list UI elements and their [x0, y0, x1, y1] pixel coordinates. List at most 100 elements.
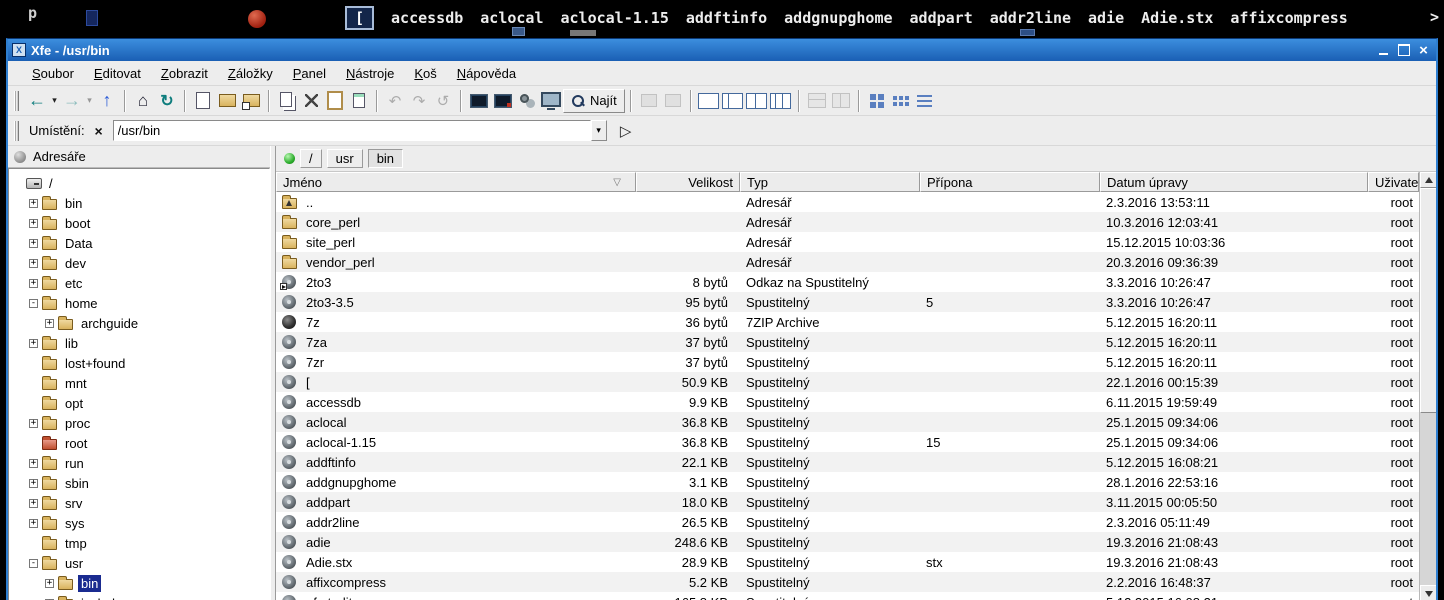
expand-icon[interactable]: +	[29, 278, 38, 288]
scroll-down-button[interactable]	[1420, 585, 1436, 600]
maximize-button[interactable]	[1395, 43, 1412, 58]
taskbar-item[interactable]: addpart	[910, 9, 973, 27]
menu-panel[interactable]: Panel	[283, 64, 336, 83]
menu-zalozky[interactable]: Záložky	[218, 64, 283, 83]
vertical-scrollbar[interactable]	[1419, 172, 1436, 600]
column-header-2[interactable]: Typ	[740, 172, 920, 192]
file-row[interactable]: Adie.stx 28.9 KB Spustitelný stx 19.3.2016 2…	[276, 552, 1419, 572]
taskbar-item[interactable]: accessdb	[391, 9, 463, 27]
tree-item-tmp[interactable]: tmp	[9, 533, 269, 553]
tree-item-lostfound[interactable]: lost+found	[9, 353, 269, 373]
file-row[interactable]: addftinfo 22.1 KB Spustitelný 5.12.2015 16:…	[276, 452, 1419, 472]
column-header-3[interactable]: Přípona	[920, 172, 1100, 192]
taskbar-item[interactable]: aclocal	[480, 9, 543, 27]
file-row[interactable]: core_perl Adresář 10.3.2016 12:03:41 root	[276, 212, 1419, 232]
tree-item-home[interactable]: - home	[9, 293, 269, 313]
new-symlink-button[interactable]	[239, 89, 263, 113]
taskbar-item[interactable]: addgnupghome	[784, 9, 892, 27]
expand-icon[interactable]: +	[29, 198, 38, 208]
tree-item-srv[interactable]: + srv	[9, 493, 269, 513]
tree-item-etc[interactable]: + etc	[9, 273, 269, 293]
settings-gears-button[interactable]	[515, 89, 539, 113]
file-row[interactable]: site_perl Adresář 15.12.2015 10:03:36 root	[276, 232, 1419, 252]
scroll-thumb[interactable]	[1420, 188, 1436, 413]
file-row[interactable]: aclocal 36.8 KB Spustitelný 25.1.2015 09:34…	[276, 412, 1419, 432]
detailed-list-button[interactable]	[913, 89, 937, 113]
close-button[interactable]	[1415, 43, 1432, 58]
expand-icon[interactable]: +	[45, 578, 54, 588]
display-button[interactable]	[539, 89, 563, 113]
tree-item-root[interactable]: root	[9, 433, 269, 453]
breadcrumb-item[interactable]: bin	[367, 149, 404, 168]
file-row[interactable]: accessdb 9.9 KB Spustitelný 6.11.2015 19:59…	[276, 392, 1419, 412]
one-panel-button[interactable]	[697, 89, 721, 113]
file-row[interactable]: 7zr 37 bytů Spustitelný 5.12.2015 16:20:11 r…	[276, 352, 1419, 372]
refresh-button[interactable]	[155, 89, 179, 113]
tree-two-panels-button[interactable]	[769, 89, 793, 113]
paste-button[interactable]	[323, 89, 347, 113]
cut-button[interactable]	[299, 89, 323, 113]
file-row[interactable]: addr2line 26.5 KB Spustitelný 2.3.2016 05:1…	[276, 512, 1419, 532]
menu-soubor[interactable]: Soubor	[22, 64, 84, 83]
location-dropdown-button[interactable]	[590, 120, 607, 141]
tree-item-usr[interactable]: - usr	[9, 553, 269, 573]
breadcrumb-item[interactable]: /	[300, 149, 322, 168]
expand-icon[interactable]: +	[29, 238, 38, 248]
new-folder-button[interactable]	[215, 89, 239, 113]
file-row[interactable]: adie 248.6 KB Spustitelný 19.3.2016 21:08:4…	[276, 532, 1419, 552]
file-row[interactable]: 2to3 8 bytů Odkaz na Spustitelný 3.3.2016 1…	[276, 272, 1419, 292]
up-arrow-button[interactable]	[95, 89, 119, 113]
tree-item-lib[interactable]: + lib	[9, 333, 269, 353]
copy-button[interactable]	[275, 89, 299, 113]
taskbar-item[interactable]: affixcompress	[1230, 9, 1347, 27]
tree-item-run[interactable]: + run	[9, 453, 269, 473]
file-row[interactable]: 7za 37 bytů Spustitelný 5.12.2015 16:20:11 r…	[276, 332, 1419, 352]
expand-icon[interactable]: +	[45, 318, 54, 328]
tree-item-opt[interactable]: opt	[9, 393, 269, 413]
tree-item-sbin[interactable]: + sbin	[9, 473, 269, 493]
root-terminal-button[interactable]	[491, 89, 515, 113]
column-header-4[interactable]: Datum úpravy	[1100, 172, 1368, 192]
location-input[interactable]	[112, 120, 591, 141]
move-button[interactable]	[347, 89, 371, 113]
tree-item-bin[interactable]: + bin	[9, 573, 269, 593]
taskbar-item[interactable]: Adie.stx	[1141, 9, 1213, 27]
column-header-0[interactable]: Jméno	[276, 172, 636, 192]
tree-item-boot[interactable]: + boot	[9, 213, 269, 233]
go-button[interactable]	[615, 120, 637, 142]
back-history-dropdown-button[interactable]	[49, 89, 60, 113]
taskbar-item-selected[interactable]: [	[345, 6, 375, 30]
column-header-5[interactable]: Uživatel	[1368, 172, 1419, 192]
menu-editovat[interactable]: Editovat	[84, 64, 151, 83]
file-row[interactable]: [50.9 KB Spustitelný 22.1.2016 00:15:39 roo…	[276, 372, 1419, 392]
tree-item-include[interactable]: +include	[9, 593, 269, 600]
collapse-icon[interactable]: -	[29, 298, 38, 308]
location-bar-grip[interactable]	[14, 120, 19, 141]
menu-zobrazit[interactable]: Zobrazit	[151, 64, 218, 83]
menu-kos[interactable]: Koš	[404, 64, 446, 83]
file-row[interactable]: affixcompress 5.2 KB Spustitelný 2.2.2016 1…	[276, 572, 1419, 592]
tree-item-[interactable]: /	[9, 173, 269, 193]
breadcrumb-item[interactable]: usr	[326, 149, 363, 168]
tree-item-dev[interactable]: + dev	[9, 253, 269, 273]
tree-panel-button[interactable]	[721, 89, 745, 113]
two-panels-button[interactable]	[745, 89, 769, 113]
tree-item-mnt[interactable]: mnt	[9, 373, 269, 393]
expand-icon[interactable]: +	[29, 458, 38, 468]
file-row[interactable]: addpart 18.0 KB Spustitelný 3.11.2015 00:05…	[276, 492, 1419, 512]
minimize-button[interactable]	[1375, 43, 1392, 58]
big-icons-button[interactable]	[865, 89, 889, 113]
expand-icon[interactable]: +	[29, 518, 38, 528]
terminal-button[interactable]	[467, 89, 491, 113]
tree-item-proc[interactable]: + proc	[9, 413, 269, 433]
clear-location-icon[interactable]: ×	[91, 123, 107, 139]
back-arrow-button[interactable]	[25, 89, 49, 113]
small-icons-button[interactable]	[889, 89, 913, 113]
expand-icon[interactable]: +	[29, 338, 38, 348]
expand-icon[interactable]: +	[29, 478, 38, 488]
menu-napoveda[interactable]: Nápověda	[447, 64, 526, 83]
file-row[interactable]: addgnupghome 3.1 KB Spustitelný 28.1.2016 2…	[276, 472, 1419, 492]
expand-icon[interactable]: +	[29, 218, 38, 228]
toolbar-grip[interactable]	[14, 90, 19, 111]
tree-item-Data[interactable]: + Data	[9, 233, 269, 253]
